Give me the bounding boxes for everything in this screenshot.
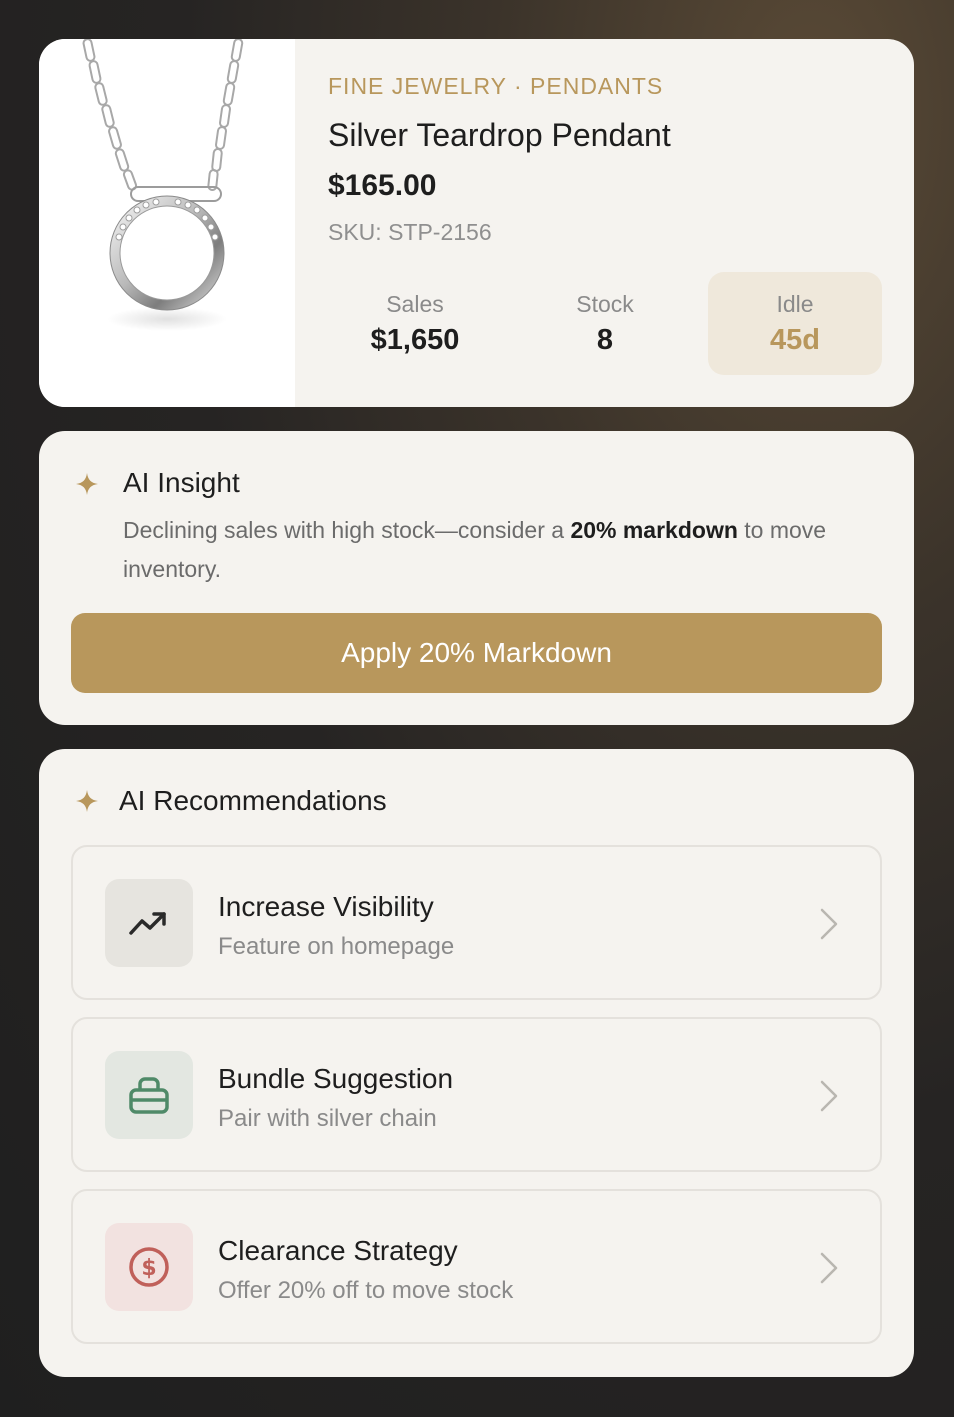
stat-label: Sales [386, 291, 444, 317]
rec-icon-box [105, 879, 193, 967]
recommendations-heading: AI Recommendations [119, 785, 387, 816]
sparkle-icon [76, 790, 98, 812]
rec-title: Bundle Suggestion [218, 1063, 454, 1094]
trending-up-icon [129, 912, 166, 935]
rec-title: Increase Visibility [218, 891, 434, 922]
ai-insight-card: AI Insight Declining sales with high sto… [39, 431, 914, 725]
stat-value: 8 [596, 324, 614, 356]
product-image[interactable] [39, 39, 295, 407]
product-price: $165.00 [328, 169, 437, 202]
product-info: FINE JEWELRY · PENDANTS Silver Teardrop … [328, 39, 914, 407]
stat-label: Idle [776, 291, 814, 317]
stat-idle: Idle 45d [708, 272, 882, 375]
apply-markdown-button[interactable]: Apply 20% Markdown [71, 613, 882, 693]
rec-subtitle: Offer 20% off to move stock [218, 1277, 514, 1304]
rec-icon-box [105, 1051, 193, 1139]
product-card: FINE JEWELRY · PENDANTS Silver Teardrop … [39, 39, 914, 407]
product-sku: SKU: STP-2156 [328, 219, 492, 245]
recommendation-increase-visibility[interactable]: Increase Visibility Feature on homepage [71, 845, 882, 1000]
chevron-right-icon [820, 908, 838, 940]
bundle-icon [129, 1077, 169, 1114]
stat-value: 45d [770, 324, 820, 356]
insight-text-before: Declining sales with high stock—consider… [123, 517, 571, 543]
rec-subtitle: Pair with silver chain [218, 1105, 437, 1132]
rec-subtitle: Feature on homepage [218, 933, 455, 960]
stat-label: Stock [576, 291, 634, 317]
dollar-circle-icon: $ [129, 1247, 169, 1287]
product-title: Silver Teardrop Pendant [328, 117, 671, 153]
sparkle-icon [76, 473, 98, 495]
recommendation-bundle-suggestion[interactable]: Bundle Suggestion Pair with silver chain [71, 1017, 882, 1172]
product-category: FINE JEWELRY · PENDANTS [328, 73, 664, 99]
rec-title: Clearance Strategy [218, 1235, 458, 1266]
chevron-right-icon [820, 1080, 838, 1112]
stat-stock: Stock 8 [518, 272, 692, 375]
recommendation-clearance-strategy[interactable]: $ Clearance Strategy Offer 20% off to mo… [71, 1189, 882, 1344]
chevron-right-icon [820, 1252, 838, 1284]
svg-text:$: $ [141, 1256, 156, 1281]
stat-value: $1,650 [370, 324, 460, 356]
pendant-image [82, 39, 244, 331]
insight-heading: AI Insight [123, 467, 240, 498]
insight-text-bold: 20% markdown [570, 517, 738, 543]
stat-sales: Sales $1,650 [328, 272, 502, 375]
rec-icon-box: $ [105, 1223, 193, 1311]
insight-text: Declining sales with high stock—consider… [123, 511, 863, 589]
ai-recommendations-card: AI Recommendations Increase Visibility F… [39, 749, 914, 1377]
